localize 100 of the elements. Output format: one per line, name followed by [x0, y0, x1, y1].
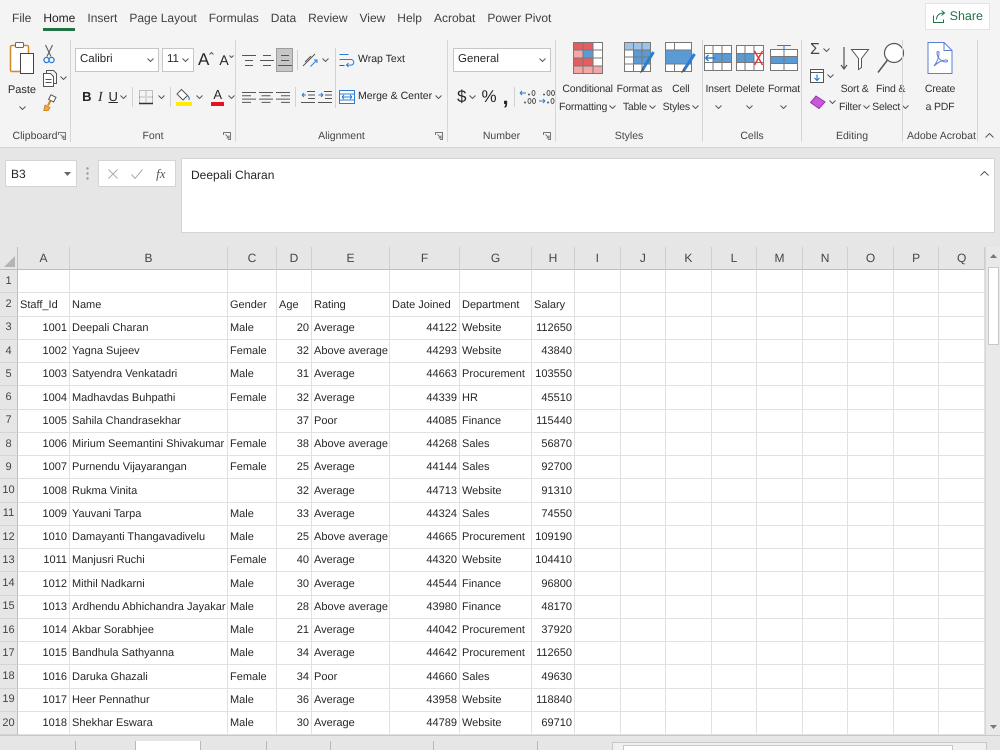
column-header[interactable]: O — [848, 247, 894, 270]
column-header[interactable]: C — [228, 247, 277, 270]
dialog-launcher-icon[interactable] — [223, 132, 231, 140]
row-header[interactable]: 15 — [0, 596, 18, 619]
row-header[interactable]: 17 — [0, 642, 18, 666]
row-header[interactable]: 10 — [0, 479, 18, 502]
menu-tab[interactable]: Review — [308, 7, 348, 31]
number-format-dropdown[interactable]: General — [453, 48, 551, 72]
row-header[interactable]: 16 — [0, 618, 18, 642]
menu-tab[interactable]: Page Layout — [129, 7, 197, 31]
column-header[interactable]: N — [802, 247, 848, 270]
menu-tab[interactable]: Acrobat — [434, 7, 476, 31]
shrink-font-button[interactable]: A — [218, 49, 235, 71]
insert-function-button[interactable]: fx — [156, 164, 166, 184]
row-header[interactable]: 9 — [0, 456, 18, 480]
italic-button[interactable]: I — [94, 86, 106, 108]
align-bottom-button[interactable] — [276, 48, 293, 72]
vertical-scrollbar[interactable] — [985, 247, 1000, 735]
borders-icon[interactable] — [138, 89, 154, 105]
menu-tab[interactable]: View — [360, 7, 386, 31]
paintbrush-icon[interactable] — [43, 94, 57, 110]
sort-filter-button[interactable]: Sort & Filter — [839, 42, 870, 116]
menu-tab[interactable]: Data — [270, 7, 296, 31]
scrollbar-thumb[interactable] — [988, 267, 998, 345]
align-left-icon[interactable] — [242, 92, 256, 102]
format-cells-button[interactable]: Format — [768, 42, 800, 116]
fill-color-icon[interactable] — [176, 88, 192, 106]
column-header[interactable]: E — [312, 247, 390, 270]
scrollbar-thumb[interactable] — [623, 745, 953, 750]
row-header[interactable]: 3 — [0, 316, 18, 340]
name-box[interactable]: B3 — [5, 160, 77, 187]
row-header[interactable]: 5 — [0, 363, 18, 386]
row-header[interactable]: 2 — [0, 293, 18, 316]
fill-down-icon[interactable] — [810, 69, 824, 83]
row-header[interactable]: 19 — [0, 688, 18, 712]
font-color-button[interactable]: A — [211, 86, 224, 108]
check-icon[interactable] — [131, 168, 144, 178]
align-center-icon[interactable] — [259, 92, 273, 102]
menu-tab[interactable]: Formulas — [208, 7, 259, 31]
formula-input[interactable]: Deepali Charan — [181, 158, 995, 233]
menu-tab[interactable]: Insert — [87, 7, 118, 31]
decrease-decimal-icon[interactable] — [538, 89, 555, 105]
row-header[interactable]: 7 — [0, 410, 18, 433]
dialog-launcher-icon[interactable] — [543, 132, 551, 140]
autosum-button[interactable]: Σ — [810, 39, 836, 61]
currency-button[interactable]: $ — [457, 85, 466, 109]
scroll-down-icon[interactable] — [990, 724, 996, 728]
underline-button[interactable]: U — [108, 86, 118, 108]
create-pdf-button[interactable]: Create a PDF — [924, 42, 956, 116]
bold-button[interactable]: B — [81, 86, 93, 108]
scroll-up-icon[interactable] — [990, 254, 996, 258]
column-header[interactable]: A — [18, 247, 70, 270]
comma-style-button[interactable]: , — [502, 85, 510, 109]
row-header[interactable]: 4 — [0, 340, 18, 363]
column-header[interactable]: G — [460, 247, 532, 270]
share-button[interactable]: Share — [924, 3, 990, 30]
column-header[interactable]: M — [757, 247, 803, 270]
orientation-icon[interactable] — [302, 53, 318, 67]
font-name-dropdown[interactable]: Calibri — [75, 48, 159, 72]
horizontal-scrollbar[interactable] — [612, 742, 987, 750]
menu-tab[interactable]: Help — [397, 7, 422, 31]
column-header[interactable]: P — [894, 247, 940, 270]
percent-button[interactable]: % — [481, 85, 497, 109]
row-header[interactable]: 6 — [0, 386, 18, 410]
increase-decimal-icon[interactable] — [518, 89, 536, 105]
eraser-icon[interactable] — [810, 95, 826, 109]
row-header[interactable]: 14 — [0, 572, 18, 596]
font-size-dropdown[interactable]: 11 — [162, 48, 194, 72]
wrap-text-button[interactable]: Wrap Text — [339, 48, 442, 72]
dialog-launcher-icon[interactable] — [435, 132, 443, 140]
row-header[interactable]: 20 — [0, 712, 18, 735]
dialog-launcher-icon[interactable] — [58, 132, 66, 140]
column-header[interactable]: D — [277, 247, 312, 270]
menu-tab[interactable]: Home — [43, 7, 76, 31]
column-header[interactable]: B — [70, 247, 228, 270]
column-header[interactable]: Q — [939, 247, 985, 270]
row-header[interactable]: 12 — [0, 526, 18, 549]
column-header[interactable]: K — [666, 247, 712, 270]
decrease-indent-icon[interactable] — [301, 91, 315, 103]
column-header[interactable]: L — [712, 247, 758, 270]
column-header[interactable]: F — [390, 247, 460, 270]
format-as-table-button[interactable]: Format as Table — [616, 42, 662, 116]
delete-cells-button[interactable]: Delete — [735, 42, 765, 116]
collapse-ribbon-icon[interactable] — [984, 133, 994, 138]
row-header[interactable]: 18 — [0, 665, 18, 688]
row-header[interactable]: 8 — [0, 432, 18, 456]
align-right-icon[interactable] — [276, 92, 290, 102]
menu-tab[interactable]: Power Pivot — [487, 7, 552, 31]
row-header[interactable]: 11 — [0, 502, 18, 526]
row-header[interactable]: 1 — [0, 270, 18, 294]
increase-indent-icon[interactable] — [318, 91, 332, 103]
scissors-icon[interactable] — [43, 44, 55, 64]
cancel-icon[interactable] — [108, 168, 118, 178]
column-header[interactable]: J — [620, 247, 666, 270]
row-header[interactable]: 13 — [0, 549, 18, 572]
copy-icon[interactable] — [43, 70, 57, 86]
conditional-formatting-button[interactable]: Conditional Formatting — [559, 42, 616, 116]
insert-cells-button[interactable]: Insert — [704, 42, 732, 116]
menu-tab[interactable]: File — [12, 7, 32, 31]
cell-styles-button[interactable]: Cell Styles — [662, 42, 699, 116]
